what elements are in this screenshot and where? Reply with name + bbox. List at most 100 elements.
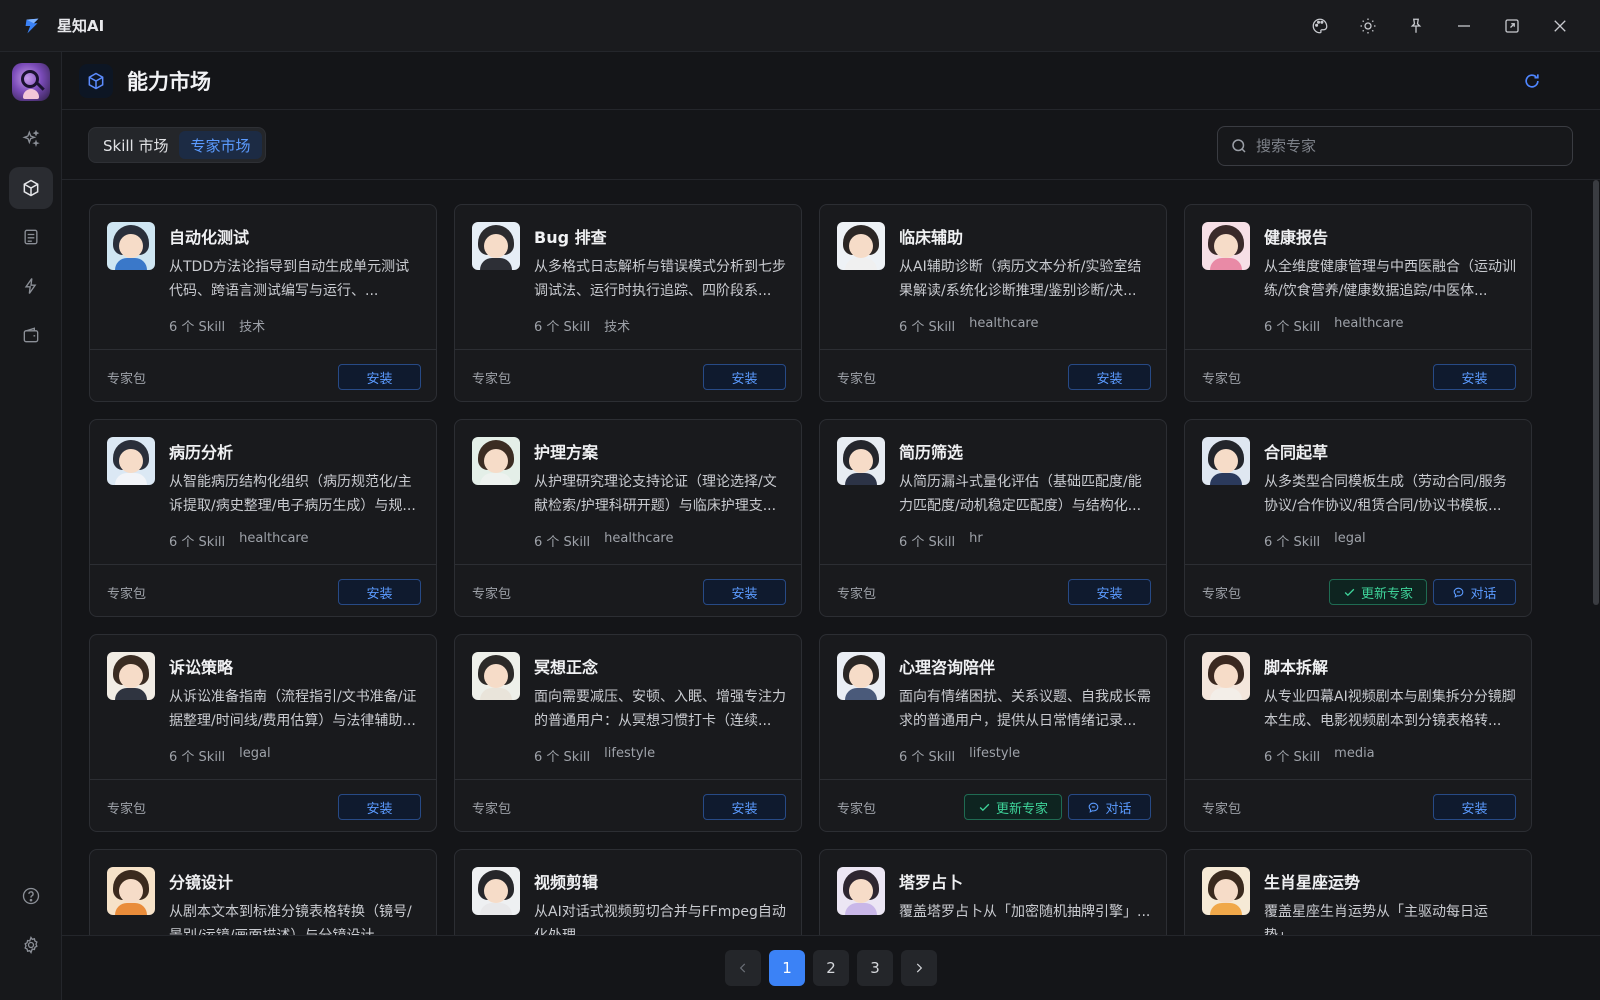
pagination: 1 2 3 <box>725 950 937 986</box>
expert-meta: 6 个 Skill legal <box>169 746 271 765</box>
refresh-icon[interactable] <box>1520 69 1544 93</box>
expert-description: 从多类型合同模板生成（劳动合同/服务协议/合作协议/租赁合同/协议书模板... <box>1264 474 1507 514</box>
page-button-3[interactable]: 3 <box>857 950 893 986</box>
theme-sun-icon[interactable] <box>1344 6 1392 46</box>
category-tag: healthcare <box>239 531 309 546</box>
card-body: 视频剪辑从AI对话式视频剪切合并与FFmpeg自动化处理...6 个 Skill… <box>455 850 801 935</box>
palette-icon[interactable] <box>1296 6 1344 46</box>
expert-avatar <box>1202 222 1250 270</box>
card-body: 临床辅助 从AI辅助诊断（病历文本分析/实验室结果解读/系统化诊断推理/鉴别诊断/… <box>820 205 1166 350</box>
card-body: 脚本拆解 从专业四幕AI视频剧本与剧集拆分分镜脚本生成、电影视频剧本到分镜表格转.… <box>1185 635 1531 780</box>
expert-avatar <box>1202 652 1250 700</box>
user-avatar[interactable] <box>12 63 50 101</box>
expert-card[interactable]: 自动化测试 从TDD方法论指导到自动生成单元测试代码、跨语言测试编写与运行、...… <box>89 204 437 402</box>
expert-description: 面向需要减压、安顿、入眠、增强专注力的普通用户：从冥想习惯打卡（连续... <box>534 689 786 729</box>
expert-grid-area: 自动化测试 从TDD方法论指导到自动生成单元测试代码、跨语言测试编写与运行、...… <box>62 181 1600 935</box>
expert-card[interactable]: 诉讼策略 从诉讼准备指南（流程指引/文书准备/证据整理/时间线/费用估算）与法律辅… <box>89 634 437 832</box>
expert-card[interactable]: 冥想正念面向需要减压、安顿、入眠、增强专注力的普通用户：从冥想习惯打卡（连续..… <box>454 634 802 832</box>
chat-button[interactable]: 对话 <box>1433 579 1516 605</box>
expert-card[interactable]: 视频剪辑从AI对话式视频剪切合并与FFmpeg自动化处理...6 个 Skill… <box>454 849 802 935</box>
expert-card[interactable]: 塔罗占卜覆盖塔罗占卜从「加密随机抽牌引擎」...6 个 Skilllifesty… <box>819 849 1167 935</box>
expert-title: 心理咨询陪伴 <box>899 658 996 677</box>
category-tag: legal <box>1334 531 1366 546</box>
page-button-2[interactable]: 2 <box>813 950 849 986</box>
card-footer: 专家包 更新专家 对话 <box>1185 566 1531 616</box>
search-input[interactable] <box>1256 137 1556 155</box>
category-tag: healthcare <box>604 531 674 546</box>
expert-avatar <box>472 867 520 915</box>
expert-card[interactable]: 健康报告 从全维度健康管理与中西医融合（运动训练/饮食营养/健康数据追踪/中医体.… <box>1184 204 1532 402</box>
install-button[interactable]: 安装 <box>1068 364 1151 390</box>
expert-avatar <box>472 437 520 485</box>
expert-card[interactable]: 分镜设计从剧本文本到标准分镜表格转换（镜号/景别/运镜/画面描述）与分镜设计..… <box>89 849 437 935</box>
expert-description: 从全维度健康管理与中西医融合（运动训练/饮食营养/健康数据追踪/中医体... <box>1264 259 1516 299</box>
expert-card[interactable]: 病历分析 从智能病历结构化组织（病历规范化/主诉提取/病史整理/电子病历生成）与规… <box>89 419 437 617</box>
expert-title: 简历筛选 <box>899 443 964 462</box>
install-button[interactable]: 安装 <box>703 579 786 605</box>
expert-description: 从诉讼准备指南（流程指引/文书准备/证据整理/时间线/费用估算）与法律辅助... <box>169 689 417 729</box>
expert-avatar <box>837 222 885 270</box>
expert-card[interactable]: Bug 排查 从多格式日志解析与错误模式分析到七步调试法、运行时执行追踪、四阶段系… <box>454 204 802 402</box>
expert-card[interactable]: 生肖星座运势覆盖星座生肖运势从「主驱动每日运势」...6 个 Skilllife… <box>1184 849 1532 935</box>
pin-icon[interactable] <box>1392 6 1440 46</box>
page-button-1[interactable]: 1 <box>769 950 805 986</box>
expert-card[interactable]: 合同起草 从多类型合同模板生成（劳动合同/服务协议/合作协议/租赁合同/协议书模板… <box>1184 419 1532 617</box>
expert-meta: 6 个 Skill 技术 <box>534 316 630 335</box>
check-icon <box>979 803 990 811</box>
scrollbar[interactable] <box>1593 180 1599 605</box>
install-button[interactable]: 安装 <box>1433 364 1516 390</box>
category-tag: media <box>1334 746 1375 761</box>
close-icon[interactable] <box>1536 6 1584 46</box>
update-expert-button[interactable]: 更新专家 <box>1329 579 1427 605</box>
expert-avatar <box>837 437 885 485</box>
expert-card[interactable]: 简历筛选 从简历漏斗式量化评估（基础匹配度/能力匹配度/动机稳定匹配度）与结构化.… <box>819 419 1167 617</box>
card-body: 心理咨询陪伴 面向有情绪困扰、关系议题、自我成长需求的普通用户，提供从日常情绪记录… <box>820 635 1166 780</box>
expert-meta: 6 个 Skill healthcare <box>534 531 673 550</box>
help-icon[interactable] <box>9 875 53 917</box>
package-type-label: 专家包 <box>472 587 512 602</box>
install-button[interactable]: 安装 <box>338 579 421 605</box>
expert-avatar <box>837 867 885 915</box>
chat-button[interactable]: 对话 <box>1068 794 1151 820</box>
sparkle-icon[interactable] <box>9 118 53 160</box>
update-expert-button[interactable]: 更新专家 <box>964 794 1062 820</box>
expert-card[interactable]: 心理咨询陪伴 面向有情绪困扰、关系议题、自我成长需求的普通用户，提供从日常情绪记录… <box>819 634 1167 832</box>
market-tabs: Skill 市场 专家市场 <box>88 127 266 163</box>
card-body: 自动化测试 从TDD方法论指导到自动生成单元测试代码、跨语言测试编写与运行、...… <box>90 205 436 350</box>
install-button[interactable]: 安装 <box>338 794 421 820</box>
expert-card[interactable]: 护理方案 从护理研究理论支持论证（理论选择/文献检索/护理科研开题）与临床护理支.… <box>454 419 802 617</box>
page-title: 能力市场 <box>127 69 211 94</box>
install-button[interactable]: 安装 <box>703 794 786 820</box>
wallet-icon[interactable] <box>9 314 53 356</box>
tab-skill-market[interactable]: Skill 市场 <box>92 131 179 159</box>
minimize-icon[interactable] <box>1440 6 1488 46</box>
skill-count: 6 个 Skill <box>169 750 226 765</box>
expert-card[interactable]: 脚本拆解 从专业四幕AI视频剧本与剧集拆分分镜脚本生成、电影视频剧本到分镜表格转.… <box>1184 634 1532 832</box>
chat-label: 对话 <box>1470 586 1497 602</box>
next-page-button[interactable] <box>901 950 937 986</box>
lightning-icon[interactable] <box>9 265 53 307</box>
install-button[interactable]: 安装 <box>703 364 786 390</box>
tab-expert-market[interactable]: 专家市场 <box>179 131 262 159</box>
document-icon[interactable] <box>9 216 53 258</box>
expert-title: 冥想正念 <box>534 658 599 677</box>
install-button[interactable]: 安装 <box>338 364 421 390</box>
chevron-left-icon <box>739 963 746 973</box>
expert-card[interactable]: 临床辅助 从AI辅助诊断（病历文本分析/实验室结果解读/系统化诊断推理/鉴别诊断/… <box>819 204 1167 402</box>
category-tag: 技术 <box>604 320 631 335</box>
settings-gear-icon[interactable] <box>9 924 53 966</box>
expert-grid: 自动化测试 从TDD方法论指导到自动生成单元测试代码、跨语言测试编写与运行、...… <box>89 204 1538 935</box>
chat-bubble-icon <box>1454 587 1464 598</box>
install-button[interactable]: 安装 <box>1433 794 1516 820</box>
skill-count: 6 个 Skill <box>169 320 226 335</box>
expert-meta: 6 个 Skill 技术 <box>169 316 265 335</box>
expert-meta: 6 个 Skill media <box>1264 746 1375 765</box>
chat-label: 对话 <box>1105 801 1132 817</box>
install-button[interactable]: 安装 <box>1068 579 1151 605</box>
prev-page-button[interactable] <box>725 950 761 986</box>
maximize-icon[interactable] <box>1488 6 1536 46</box>
sidebar <box>0 52 62 1000</box>
category-tag: 技术 <box>239 320 266 335</box>
cube-icon[interactable] <box>9 167 53 209</box>
expert-meta: 6 个 Skill healthcare <box>169 531 308 550</box>
